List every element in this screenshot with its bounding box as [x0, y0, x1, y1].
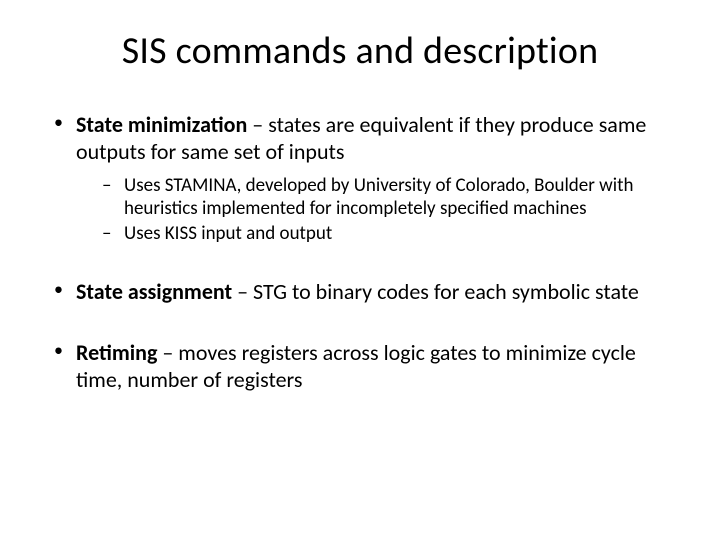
slide: SIS commands and description State minim…	[0, 0, 720, 540]
slide-title: SIS commands and description	[48, 28, 672, 74]
bullet-rest: – moves registers across logic gates to …	[76, 339, 636, 393]
bullet-state-assignment: State assignment – STG to binary codes f…	[48, 279, 672, 306]
bullet-state-minimization: State minimization – states are equivale…	[48, 112, 672, 245]
sub-bullet-kiss: Uses KISS input and output	[98, 222, 672, 245]
bullet-bold: Retiming	[76, 339, 157, 366]
bullet-bold: State assignment	[76, 278, 232, 305]
sub-bullet-stamina: Uses STAMINA, developed by University of…	[98, 174, 672, 220]
bullet-list: State minimization – states are equivale…	[48, 112, 672, 394]
sub-bullet-list: Uses STAMINA, developed by University of…	[76, 174, 672, 246]
bullet-bold: State minimization	[76, 111, 247, 138]
bullet-retiming: Retiming – moves registers across logic …	[48, 340, 672, 394]
bullet-rest: – STG to binary codes for each symbolic …	[232, 278, 639, 305]
